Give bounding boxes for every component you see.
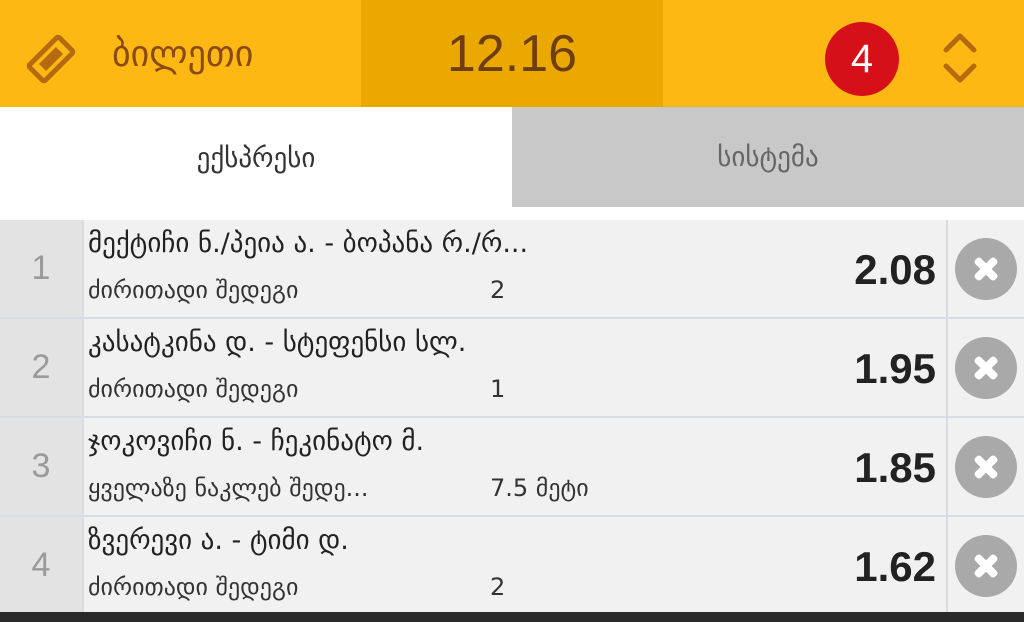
- total-odds-box: 12.16: [361, 0, 663, 107]
- remove-cell: [948, 517, 1024, 614]
- selection-value: 2: [490, 276, 506, 304]
- total-odds-value: 12.16: [446, 24, 578, 83]
- row-number: 2: [0, 319, 82, 416]
- tab-system[interactable]: სისტემა: [512, 107, 1024, 207]
- bet-row: 2 კასატკინა დ. - სტეფენსი სლ. ძირითადი შ…: [0, 319, 1024, 416]
- bottom-bar: [0, 612, 1024, 622]
- remove-bet-button[interactable]: [955, 336, 1017, 399]
- odds-value: 1.95: [854, 345, 936, 392]
- selection-value: 7.5 მეტი: [490, 474, 589, 502]
- bet-details[interactable]: მექტიჩი ნ./პეია ა. - ბოპანა რ./რ... ძირი…: [84, 220, 946, 317]
- bet-details[interactable]: კასატკინა დ. - სტეფენსი სლ. ძირითადი შედ…: [84, 319, 946, 416]
- remove-cell: [948, 220, 1024, 317]
- match-name: მექტიჩი ნ./პეია ა. - ბოპანა რ./რ...: [88, 228, 529, 259]
- remove-cell: [948, 319, 1024, 416]
- row-number: 4: [0, 517, 82, 614]
- bet-details[interactable]: ჯოკოვიჩი ნ. - ჩეკინატო მ. ყველაზე ნაკლებ…: [84, 418, 946, 515]
- bet-count-badge: 4: [825, 22, 899, 96]
- odds-value: 1.85: [854, 444, 936, 491]
- market-name: ყველაზე ნაკლებ შედე...: [88, 474, 369, 502]
- match-name: კასატკინა დ. - სტეფენსი სლ.: [88, 327, 467, 358]
- match-name: ჯოკოვიჩი ნ. - ჩეკინატო მ.: [88, 426, 425, 457]
- odds-value: 1.62: [854, 543, 936, 590]
- bet-row: 1 მექტიჩი ნ./პეია ა. - ბოპანა რ./რ... ძი…: [0, 220, 1024, 317]
- bet-row: 3 ჯოკოვიჩი ნ. - ჩეკინატო მ. ყველაზე ნაკლ…: [0, 418, 1024, 515]
- market-name: ძირითადი შედეგი: [88, 375, 299, 403]
- bet-type-tabs: ექსპრესი სისტემა: [0, 107, 1024, 210]
- divider: [0, 210, 1024, 220]
- remove-bet-button[interactable]: [955, 237, 1017, 300]
- market-name: ძირითადი შედეგი: [88, 573, 299, 601]
- expand-collapse-icon[interactable]: [940, 30, 980, 86]
- tab-express[interactable]: ექსპრესი: [0, 107, 512, 210]
- bet-details[interactable]: ზვერევი ა. - ტიმი დ. ძირითადი შედეგი 2 1…: [84, 517, 946, 614]
- remove-cell: [948, 418, 1024, 515]
- row-number: 3: [0, 418, 82, 515]
- ticket-header: ბილეთი 12.16 4: [0, 0, 1024, 107]
- selection-value: 1: [490, 375, 506, 403]
- market-name: ძირითადი შედეგი: [88, 276, 299, 304]
- selection-value: 2: [490, 573, 506, 601]
- match-name: ზვერევი ა. - ტიმი დ.: [88, 525, 349, 556]
- remove-bet-button[interactable]: [955, 534, 1017, 597]
- row-number: 1: [0, 220, 82, 317]
- ticket-icon: [26, 34, 76, 84]
- ticket-title: ბილეთი: [112, 34, 254, 75]
- bet-list: 1 მექტიჩი ნ./პეია ა. - ბოპანა რ./რ... ძი…: [0, 220, 1024, 614]
- odds-value: 2.08: [854, 246, 936, 293]
- bet-row: 4 ზვერევი ა. - ტიმი დ. ძირითადი შედეგი 2…: [0, 517, 1024, 614]
- remove-bet-button[interactable]: [955, 435, 1017, 498]
